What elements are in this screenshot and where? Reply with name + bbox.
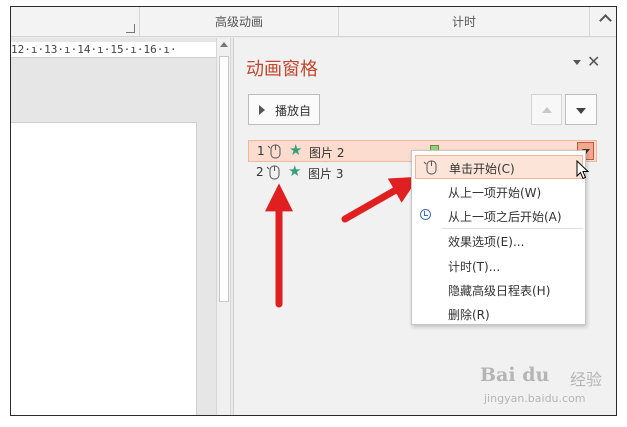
menu-item-label: 隐藏高级日程表(H) xyxy=(448,284,551,298)
scroll-up-icon[interactable] xyxy=(220,42,228,47)
menu-item-effect-options[interactable]: 效果选项(E)... xyxy=(412,229,585,253)
pane-title: 动画窗格 xyxy=(246,59,318,80)
menu-item-label: 删除(R) xyxy=(448,308,490,322)
scrollbar-thumb[interactable] xyxy=(219,56,229,302)
arrow-up-icon xyxy=(542,107,552,113)
mouse-pointer-icon xyxy=(576,160,590,180)
menu-item-label: 计时(T)... xyxy=(448,260,501,274)
move-down-button[interactable] xyxy=(565,94,597,125)
menu-item-label: 从上一项之后开始(A) xyxy=(448,210,562,224)
menu-item-on-click[interactable]: 单击开始(C) xyxy=(415,155,583,179)
pane-options-icon[interactable] xyxy=(573,60,581,65)
ribbon-group-advanced-animation: 高级动画 xyxy=(139,7,339,37)
slide-canvas[interactable] xyxy=(11,122,197,415)
item-name: 图片 2 xyxy=(309,146,345,160)
play-from-button[interactable]: 播放自 xyxy=(248,94,320,125)
horizontal-ruler: 12·ı·13·ı·14·ı·15·ı·16·ı· xyxy=(11,42,216,58)
mouse-icon xyxy=(423,160,437,175)
menu-item-remove[interactable]: 删除(R) xyxy=(412,302,585,326)
item-number: 2 xyxy=(256,165,264,179)
menu-item-with-previous[interactable]: 从上一项开始(W) xyxy=(412,180,585,204)
play-icon xyxy=(259,105,265,115)
menu-item-label: 效果选项(E)... xyxy=(448,235,525,249)
watermark-brand: Bai du xyxy=(480,364,550,386)
watermark-cn: 经验 xyxy=(570,370,603,389)
arrow-down-icon xyxy=(576,108,586,114)
context-menu: 单击开始(C) 从上一项开始(W) 从上一项之后开始(A) 效果选项(E)...… xyxy=(411,150,586,325)
collapse-ribbon-icon[interactable] xyxy=(599,14,612,27)
menu-item-timing[interactable]: 计时(T)... xyxy=(412,254,585,278)
mouse-icon xyxy=(267,144,281,159)
ribbon-group-bar: 高级动画 计时 xyxy=(11,7,616,37)
move-up-button[interactable] xyxy=(531,94,562,125)
menu-item-label: 单击开始(C) xyxy=(449,162,515,176)
menu-item-hide-advanced-timeline[interactable]: 隐藏高级日程表(H) xyxy=(412,278,585,302)
menu-item-label: 从上一项开始(W) xyxy=(448,186,542,200)
item-number: 1 xyxy=(257,144,265,158)
item-name: 图片 3 xyxy=(308,167,344,181)
slide-editor: 12·ı·13·ı·14·ı·15·ı·16·ı· xyxy=(11,38,216,415)
star-icon: ★ xyxy=(289,141,303,159)
close-icon[interactable]: ✕ xyxy=(587,52,600,71)
clock-icon xyxy=(420,209,431,220)
menu-item-after-previous[interactable]: 从上一项之后开始(A) xyxy=(412,204,585,228)
ribbon-group-timing: 计时 xyxy=(339,7,590,37)
dialog-launcher-icon[interactable] xyxy=(126,24,135,33)
mouse-icon xyxy=(266,165,280,180)
star-icon: ★ xyxy=(288,162,302,180)
play-from-label: 播放自 xyxy=(275,104,312,118)
watermark-url: jingyan.baidu.com xyxy=(484,392,586,405)
baidu-watermark: Bai du 经验 jingyan.baidu.com xyxy=(480,364,615,414)
vertical-scrollbar[interactable] xyxy=(216,38,231,415)
